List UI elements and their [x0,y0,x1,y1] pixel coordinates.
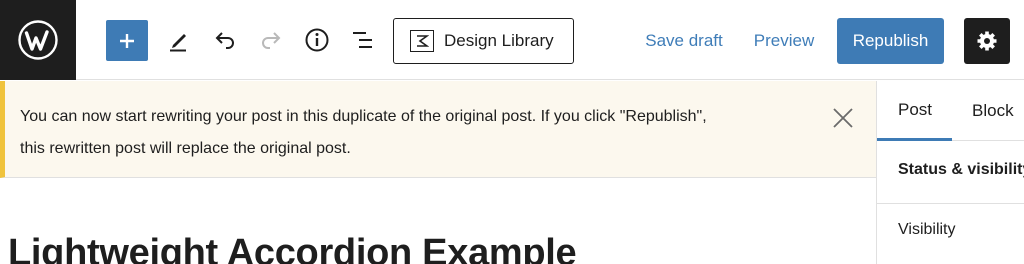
plus-icon [120,33,134,48]
visibility-label: Visibility [898,221,956,238]
undo-icon [215,32,234,49]
redo-icon [262,32,281,49]
redo-button[interactable] [253,22,289,58]
design-library-label: Design Library [444,31,554,50]
block-inserter-button[interactable] [106,20,148,61]
sidebar-tabs: Post Block [877,81,1024,141]
design-library-icon [410,30,434,52]
gear-icon [977,31,997,51]
wordpress-icon [18,20,58,60]
info-icon [305,28,329,52]
editor-toolbar: Design Library Save draft Preview Republ… [0,0,1024,80]
settings-sidebar: Post Block Status & visibility Visibilit… [876,81,1024,264]
tab-block[interactable]: Block [972,81,1014,141]
design-library-button[interactable]: Design Library [393,18,574,64]
close-icon [833,108,853,128]
republish-notice: You can now start rewriting your post in… [0,81,876,178]
dismiss-notice-button[interactable] [830,105,856,131]
republish-button[interactable]: Republish [837,18,944,64]
notice-message: You can now start rewriting your post in… [20,108,707,157]
status-visibility-panel-toggle[interactable]: Status & visibility [898,161,1024,179]
undo-button[interactable] [207,22,243,58]
tab-post[interactable]: Post [877,81,952,141]
list-view-icon [353,32,372,48]
details-button[interactable] [299,22,335,58]
settings-button[interactable] [964,18,1010,64]
pen-icon [170,34,186,52]
list-view-button[interactable] [345,22,381,58]
preview-button[interactable]: Preview [748,22,820,60]
save-draft-button[interactable]: Save draft [640,22,728,60]
wordpress-logo[interactable] [0,0,76,80]
panel-divider [877,203,1024,204]
post-title[interactable]: Lightweight Accordion Example [8,232,577,264]
tools-button[interactable] [160,22,196,58]
